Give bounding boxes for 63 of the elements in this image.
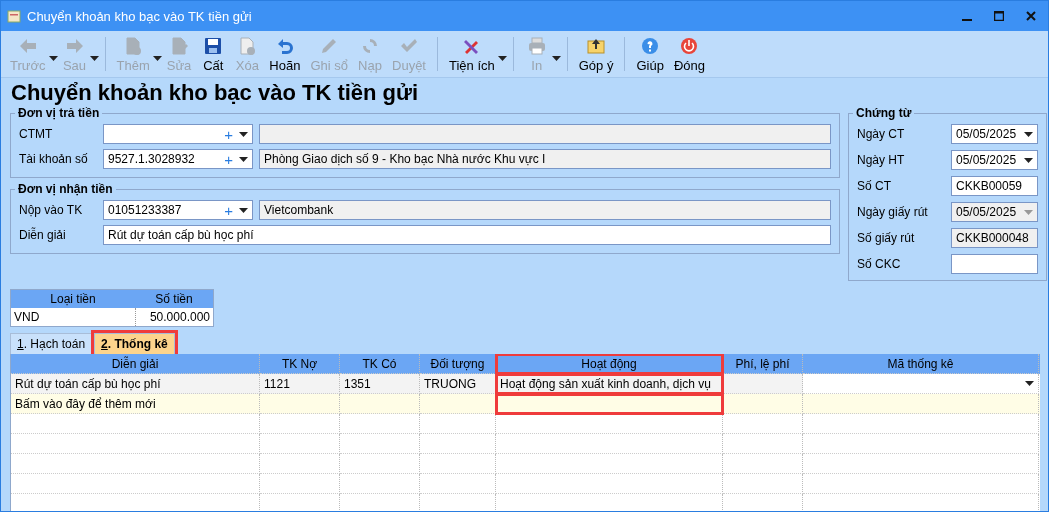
field-label: Ngày CT (857, 127, 906, 141)
group-title: Đơn vị nhận tiền (17, 182, 114, 196)
toolbar-button[interactable]: Tiện ích (444, 35, 500, 73)
maximize-icon[interactable] (994, 11, 1004, 21)
document-plus-icon (123, 35, 144, 56)
date-field[interactable]: 05/05/2025 (951, 124, 1038, 144)
dropdown-arrow-icon[interactable] (1024, 157, 1033, 163)
column-header: Hoạt động (496, 354, 723, 374)
description-field: Phòng Giao dịch số 9 - Kho bạc Nhà nước Khu vực I (259, 149, 831, 169)
field-label: Số CKC (857, 257, 902, 271)
field-label: Ngày giấy rút (857, 205, 929, 219)
input-field[interactable] (951, 254, 1038, 274)
dropdown-arrow-icon[interactable] (1024, 131, 1033, 137)
input-field[interactable]: Rút dự toán cấp bù học phí (103, 225, 831, 245)
save-icon (203, 35, 224, 56)
combo-field[interactable]: 01051233387 + (103, 200, 253, 220)
field-label: CTMT (19, 127, 54, 141)
table-cell: 1121 (260, 374, 340, 394)
field-label: Nộp vào TK (19, 203, 84, 217)
table-cell: TRUONG (420, 374, 496, 394)
field-label: Diễn giải (19, 228, 67, 242)
tab[interactable]: 2. Thống kê (94, 333, 175, 354)
dropdown-arrow-icon[interactable] (239, 156, 248, 162)
app-icon (7, 9, 21, 23)
combo-field[interactable]: 9527.1.3028932 + (103, 149, 253, 169)
table-cell: Hoạt động sản xuất kinh doanh, dịch vụ (496, 374, 723, 394)
close-icon[interactable] (1026, 11, 1036, 21)
add-icon[interactable]: + (224, 126, 233, 142)
table-cell: 50.000.000 (135, 308, 214, 327)
document-x-icon (237, 35, 258, 56)
field-label: Tài khoản số (19, 152, 89, 166)
table-cell: Rút dự toán cấp bù học phí (11, 374, 260, 394)
field-label: Số CT (857, 179, 892, 193)
toolbar-button[interactable]: Đóng (668, 35, 710, 73)
document-pencil-icon (169, 35, 190, 56)
add-icon[interactable]: + (224, 151, 233, 167)
group-title: Đơn vị trả tiền (17, 106, 101, 120)
date-field[interactable]: 05/05/2025 (951, 150, 1038, 170)
power-icon (679, 35, 700, 56)
toolbar-button[interactable]: Góp ý (573, 35, 619, 73)
toolbar-button[interactable]: Giúp (631, 35, 669, 73)
dropdown-arrow-icon[interactable] (497, 55, 507, 61)
toolbar-button[interactable]: Cất (196, 35, 231, 73)
toolbar-button[interactable]: Hoãn (264, 35, 306, 73)
table-cell: VND (10, 308, 135, 327)
dropdown-arrow-icon[interactable] (239, 207, 248, 213)
combo-field[interactable]: + (103, 124, 253, 144)
field-label: Ngày HT (857, 153, 906, 167)
description-field: Vietcombank (259, 200, 831, 220)
column-header: Loại tiền (10, 289, 135, 308)
dropdown-arrow-icon[interactable] (239, 131, 248, 137)
table-cell: 1351 (340, 374, 420, 394)
window-title: Chuyển khoản kho bạc vào TK tiền gửi (27, 8, 253, 24)
group-title: Chứng từ (855, 106, 913, 120)
column-header: Số tiền (135, 289, 214, 308)
input-field[interactable]: CKKB00059 (951, 176, 1038, 196)
dropdown-arrow-icon[interactable] (1025, 381, 1034, 386)
printer-icon (526, 35, 547, 56)
add-icon[interactable]: + (224, 202, 233, 218)
field-label: Số giấy rút (857, 231, 916, 245)
tab[interactable]: 1. Hạch toán (10, 333, 93, 354)
page-heading: Chuyển khoản kho bạc vào TK tiền gửi (10, 79, 420, 106)
help-icon (640, 35, 661, 56)
